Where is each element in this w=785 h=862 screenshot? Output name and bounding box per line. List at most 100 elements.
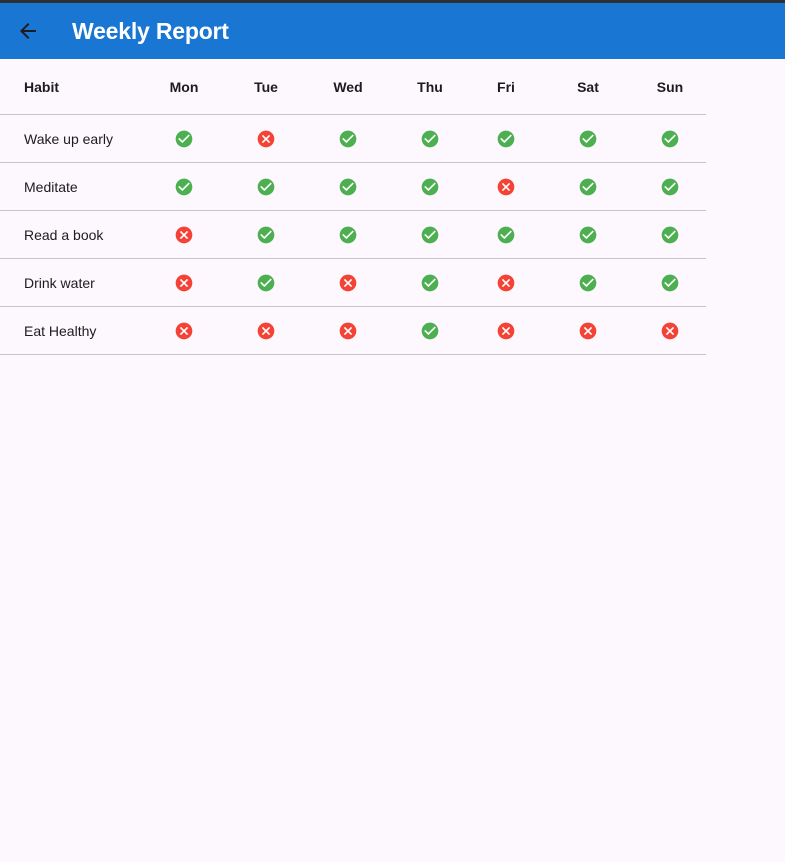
- cancel-circle-icon: [257, 130, 275, 147]
- status-cell-thu: [408, 211, 452, 258]
- day-header-label: Fri: [497, 78, 515, 95]
- check-circle-icon: [661, 274, 679, 291]
- check-circle-icon: [421, 322, 439, 339]
- check-circle-icon: [257, 274, 275, 291]
- cancel-circle-icon: [497, 178, 515, 195]
- cancel-circle-icon: [175, 274, 193, 291]
- status-cell-tue: [244, 259, 288, 306]
- cancel-circle-icon: [175, 322, 193, 339]
- habit-name: Eat Healthy: [24, 322, 97, 339]
- table-body: Wake up early Meditate Read a book Drink wa…: [0, 115, 706, 355]
- day-header-label: Sun: [656, 78, 684, 95]
- status-cell-fri: [484, 211, 528, 258]
- table-row: Meditate: [0, 163, 706, 211]
- check-circle-icon: [661, 178, 679, 195]
- status-cell-thu: [408, 259, 452, 306]
- day-header-thu: Thu: [408, 59, 452, 114]
- cancel-circle-icon: [579, 322, 597, 339]
- cancel-circle-icon: [339, 274, 357, 291]
- status-cell-sun: [648, 115, 692, 162]
- day-header-sat: Sat: [566, 59, 610, 114]
- status-cell-sat: [566, 259, 610, 306]
- table-header-row: Habit Mon Tue Wed Thu Fri Sat Sun: [0, 59, 706, 115]
- status-cell-fri: [484, 163, 528, 210]
- status-cell-wed: [326, 211, 370, 258]
- status-cell-wed: [326, 115, 370, 162]
- back-button[interactable]: [8, 11, 48, 51]
- day-header-label: Sat: [577, 78, 599, 95]
- status-cell-mon: [162, 259, 206, 306]
- status-cell-mon: [162, 163, 206, 210]
- cancel-circle-icon: [497, 322, 515, 339]
- cancel-circle-icon: [497, 274, 515, 291]
- status-cell-wed: [326, 307, 370, 354]
- check-circle-icon: [421, 274, 439, 291]
- check-circle-icon: [339, 130, 357, 147]
- status-cell-fri: [484, 115, 528, 162]
- status-cell-sun: [648, 307, 692, 354]
- status-cell-thu: [408, 115, 452, 162]
- day-header-label: Tue: [254, 78, 278, 95]
- app-bar: Weekly Report: [0, 3, 785, 59]
- status-cell-mon: [162, 307, 206, 354]
- status-cell-sun: [648, 163, 692, 210]
- check-circle-icon: [421, 130, 439, 147]
- status-cell-thu: [408, 163, 452, 210]
- cancel-circle-icon: [257, 322, 275, 339]
- habit-header-label: Habit: [24, 78, 59, 95]
- arrow-back-icon: [20, 23, 36, 39]
- status-cell-tue: [244, 163, 288, 210]
- habit-cell: Meditate: [24, 163, 154, 210]
- cancel-circle-icon: [175, 226, 193, 243]
- status-cell-sat: [566, 115, 610, 162]
- check-circle-icon: [497, 130, 515, 147]
- check-circle-icon: [339, 226, 357, 243]
- habit-cell: Wake up early: [24, 115, 154, 162]
- day-header-label: Thu: [417, 78, 443, 95]
- status-cell-thu: [408, 307, 452, 354]
- day-header-fri: Fri: [484, 59, 528, 114]
- day-header-wed: Wed: [326, 59, 370, 114]
- day-header-label: Wed: [333, 78, 363, 95]
- check-circle-icon: [579, 130, 597, 147]
- day-header-tue: Tue: [244, 59, 288, 114]
- status-cell-wed: [326, 259, 370, 306]
- check-circle-icon: [339, 178, 357, 195]
- status-cell-fri: [484, 307, 528, 354]
- check-circle-icon: [661, 130, 679, 147]
- check-circle-icon: [579, 274, 597, 291]
- status-cell-sun: [648, 211, 692, 258]
- habit-name: Wake up early: [24, 130, 113, 147]
- habit-name: Meditate: [24, 178, 78, 195]
- status-cell-sun: [648, 259, 692, 306]
- check-circle-icon: [175, 178, 193, 195]
- check-circle-icon: [257, 226, 275, 243]
- status-cell-wed: [326, 163, 370, 210]
- cancel-circle-icon: [661, 322, 679, 339]
- check-circle-icon: [579, 226, 597, 243]
- day-header-sun: Sun: [648, 59, 692, 114]
- table-row: Read a book: [0, 211, 706, 259]
- cancel-circle-icon: [339, 322, 357, 339]
- table-row: Drink water: [0, 259, 706, 307]
- habit-cell: Read a book: [24, 211, 154, 258]
- habit-name: Drink water: [24, 274, 95, 291]
- check-circle-icon: [497, 226, 515, 243]
- status-cell-sat: [566, 211, 610, 258]
- status-cell-sat: [566, 163, 610, 210]
- status-cell-mon: [162, 115, 206, 162]
- status-cell-tue: [244, 115, 288, 162]
- page-title: Weekly Report: [72, 18, 229, 44]
- table-row: Wake up early: [0, 115, 706, 163]
- check-circle-icon: [257, 178, 275, 195]
- status-cell-tue: [244, 307, 288, 354]
- habit-cell: Drink water: [24, 259, 154, 306]
- weekly-report-table: Habit Mon Tue Wed Thu Fri Sat Sun Wake u…: [0, 59, 706, 355]
- day-header-mon: Mon: [162, 59, 206, 114]
- habit-cell: Eat Healthy: [24, 307, 154, 354]
- status-cell-sat: [566, 307, 610, 354]
- status-cell-tue: [244, 211, 288, 258]
- day-header-label: Mon: [169, 78, 199, 95]
- status-cell-mon: [162, 211, 206, 258]
- check-circle-icon: [421, 178, 439, 195]
